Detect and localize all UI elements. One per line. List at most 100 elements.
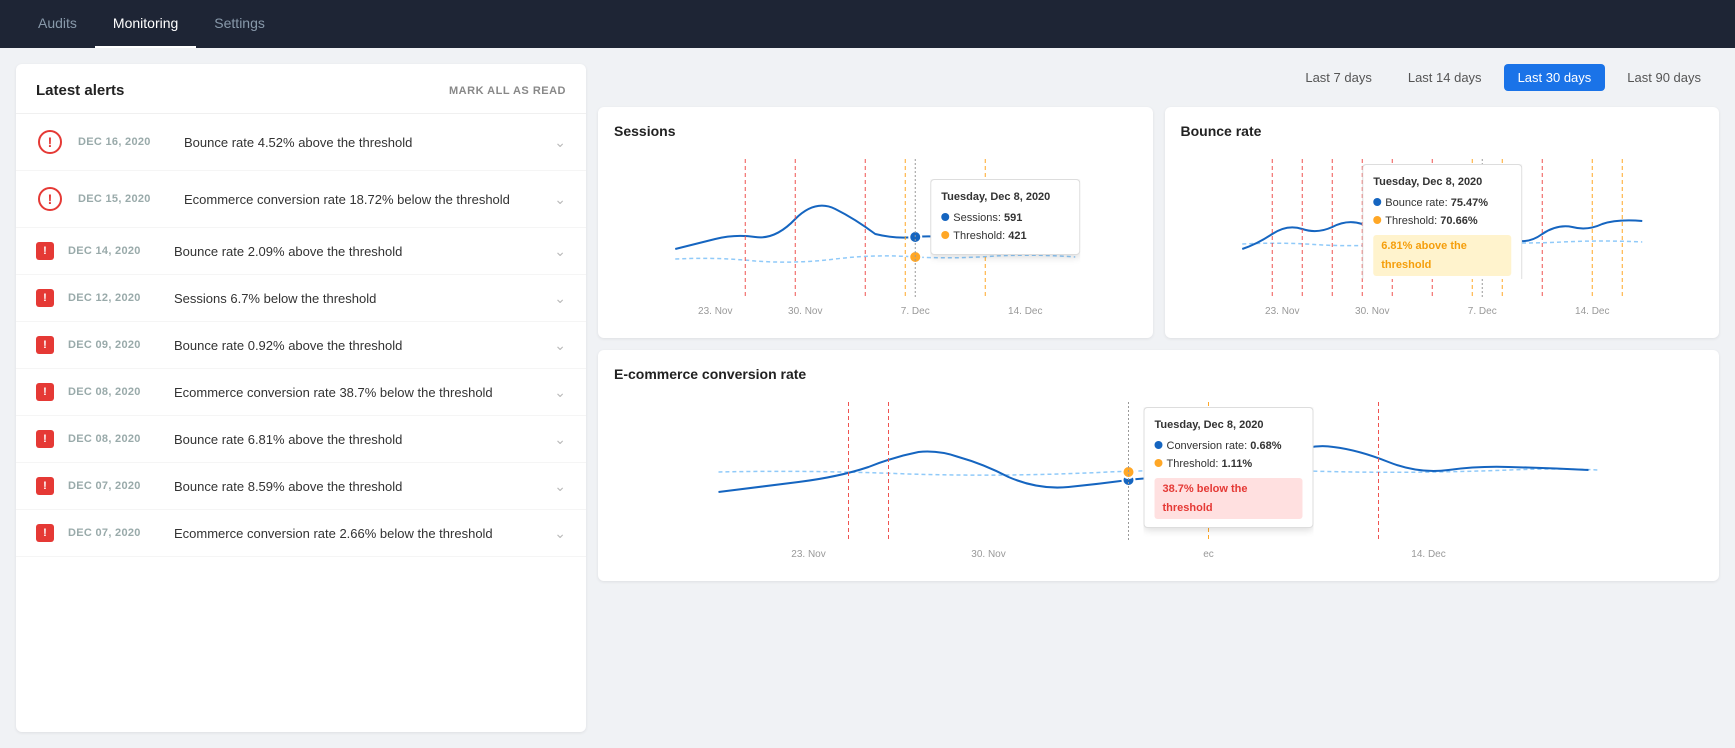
time-btn-7[interactable]: Last 7 days <box>1291 64 1386 91</box>
alert-item[interactable]: ! DEC 07, 2020 Ecommerce conversion rate… <box>16 510 586 557</box>
alert-icon-warning: ! <box>36 477 54 495</box>
alert-item[interactable]: ! DEC 14, 2020 Bounce rate 2.09% above t… <box>16 228 586 275</box>
ecommerce-tooltip: Tuesday, Dec 8, 2020 Conversion rate: 0.… <box>1144 407 1314 528</box>
alert-chevron-icon[interactable]: ⌄ <box>554 384 566 401</box>
alert-date: DEC 15, 2020 <box>78 193 168 205</box>
sessions-threshold-value: 421 <box>1008 230 1026 242</box>
alert-text: Ecommerce conversion rate 38.7% below th… <box>174 385 544 400</box>
ecommerce-chart-svg: 23. Nov 30. Nov ec 14. Dec Tuesday, Dec … <box>614 392 1703 562</box>
alerts-panel: Latest alerts MARK ALL AS READ ! DEC 16,… <box>16 64 586 732</box>
alert-text: Ecommerce conversion rate 2.66% below th… <box>174 526 544 541</box>
svg-text:30. Nov: 30. Nov <box>971 549 1005 560</box>
alert-chevron-icon[interactable]: ⌄ <box>554 337 566 354</box>
nav-tab-audits[interactable]: Audits <box>20 0 95 48</box>
svg-text:14. Dec: 14. Dec <box>1008 306 1042 317</box>
ecommerce-tooltip-date: Tuesday, Dec 8, 2020 <box>1155 416 1303 435</box>
alert-list: ! DEC 16, 2020 Bounce rate 4.52% above t… <box>16 114 586 557</box>
ecommerce-chart-card: E-commerce conversion rate <box>598 350 1719 581</box>
main-content: Latest alerts MARK ALL AS READ ! DEC 16,… <box>0 48 1735 748</box>
alert-icon-critical: ! <box>36 185 64 213</box>
sessions-metric-value: 591 <box>1004 212 1022 224</box>
time-btn-14[interactable]: Last 14 days <box>1394 64 1496 91</box>
svg-text:!: ! <box>48 191 53 207</box>
alert-chevron-icon[interactable]: ⌄ <box>554 134 566 151</box>
alert-date: DEC 16, 2020 <box>78 136 168 148</box>
alert-text: Bounce rate 6.81% above the threshold <box>174 432 544 447</box>
alert-item[interactable]: ! DEC 07, 2020 Bounce rate 8.59% above t… <box>16 463 586 510</box>
svg-text:!: ! <box>48 134 53 150</box>
sessions-tooltip: Tuesday, Dec 8, 2020 Sessions: 591 Thres… <box>930 179 1080 255</box>
alert-icon-warning: ! <box>36 289 54 307</box>
alert-chevron-icon[interactable]: ⌄ <box>554 243 566 260</box>
ecommerce-metric-value: 0.68% <box>1250 440 1281 452</box>
alert-text: Bounce rate 4.52% above the threshold <box>184 135 544 150</box>
alert-chevron-icon[interactable]: ⌄ <box>554 431 566 448</box>
alert-icon-warning: ! <box>36 524 54 542</box>
sessions-threshold-label: Threshold <box>953 230 1002 242</box>
alert-icon-warning: ! <box>36 430 54 448</box>
alert-item[interactable]: ! DEC 12, 2020 Sessions 6.7% below the t… <box>16 275 586 322</box>
bounce-rate-above-badge: 6.81% above the threshold <box>1373 235 1511 276</box>
alert-icon-warning: ! <box>36 383 54 401</box>
alert-item[interactable]: ! DEC 16, 2020 Bounce rate 4.52% above t… <box>16 114 586 171</box>
ecommerce-threshold-label: Threshold <box>1167 458 1216 470</box>
alert-text: Sessions 6.7% below the threshold <box>174 291 544 306</box>
alert-item[interactable]: ! DEC 08, 2020 Ecommerce conversion rate… <box>16 369 586 416</box>
charts-area: Last 7 days Last 14 days Last 30 days La… <box>598 64 1719 732</box>
alert-chevron-icon[interactable]: ⌄ <box>554 290 566 307</box>
alerts-header: Latest alerts MARK ALL AS READ <box>16 64 586 114</box>
sessions-chart-card: Sessions <box>598 107 1153 338</box>
charts-top-row: Sessions <box>598 107 1719 338</box>
sessions-chart-svg: 23. Nov 30. Nov 7. Dec 14. Dec Tuesday, … <box>614 149 1137 319</box>
nav-tab-monitoring[interactable]: Monitoring <box>95 0 196 48</box>
svg-text:14. Dec: 14. Dec <box>1411 549 1445 560</box>
time-btn-90[interactable]: Last 90 days <box>1613 64 1715 91</box>
alert-chevron-icon[interactable]: ⌄ <box>554 191 566 208</box>
sessions-tooltip-date: Tuesday, Dec 8, 2020 <box>941 188 1069 207</box>
alerts-title: Latest alerts <box>36 82 124 99</box>
alert-date: DEC 07, 2020 <box>68 527 158 539</box>
svg-text:30. Nov: 30. Nov <box>788 306 822 317</box>
svg-text:14. Dec: 14. Dec <box>1575 306 1609 317</box>
alert-text: Bounce rate 8.59% above the threshold <box>174 479 544 494</box>
svg-text:7. Dec: 7. Dec <box>901 306 930 317</box>
alert-date: DEC 08, 2020 <box>68 433 158 445</box>
navigation: Audits Monitoring Settings <box>0 0 1735 48</box>
sessions-metric-label: Sessions <box>953 212 998 224</box>
alert-item[interactable]: ! DEC 09, 2020 Bounce rate 0.92% above t… <box>16 322 586 369</box>
alert-icon-warning: ! <box>36 242 54 260</box>
svg-text:23. Nov: 23. Nov <box>791 549 825 560</box>
svg-text:ec: ec <box>1203 549 1214 560</box>
nav-tab-settings[interactable]: Settings <box>196 0 283 48</box>
ecommerce-chart-title: E-commerce conversion rate <box>614 366 1703 382</box>
bounce-rate-chart-wrap: 23. Nov 30. Nov 7. Dec 14. Dec Tuesday, … <box>1181 149 1704 322</box>
bounce-rate-threshold-value: 70.66% <box>1440 215 1477 227</box>
ecommerce-chart-wrap: 23. Nov 30. Nov ec 14. Dec Tuesday, Dec … <box>614 392 1703 565</box>
alert-text: Bounce rate 2.09% above the threshold <box>174 244 544 259</box>
time-filter-bar: Last 7 days Last 14 days Last 30 days La… <box>598 64 1719 95</box>
alert-icon-critical: ! <box>36 128 64 156</box>
ecommerce-threshold-value: 1.11% <box>1222 458 1253 470</box>
mark-all-read-button[interactable]: MARK ALL AS READ <box>449 85 566 97</box>
alert-text: Ecommerce conversion rate 18.72% below t… <box>184 192 544 207</box>
svg-text:23. Nov: 23. Nov <box>1265 306 1299 317</box>
alert-item[interactable]: ! DEC 15, 2020 Ecommerce conversion rate… <box>16 171 586 228</box>
alert-item[interactable]: ! DEC 08, 2020 Bounce rate 6.81% above t… <box>16 416 586 463</box>
bounce-rate-chart-title: Bounce rate <box>1181 123 1704 139</box>
alert-date: DEC 07, 2020 <box>68 480 158 492</box>
alert-date: DEC 08, 2020 <box>68 386 158 398</box>
alert-date: DEC 14, 2020 <box>68 245 158 257</box>
ecommerce-metric-label: Conversion rate <box>1167 440 1245 452</box>
svg-text:7. Dec: 7. Dec <box>1467 306 1496 317</box>
alert-text: Bounce rate 0.92% above the threshold <box>174 338 544 353</box>
svg-text:23. Nov: 23. Nov <box>698 306 732 317</box>
time-btn-30[interactable]: Last 30 days <box>1504 64 1606 91</box>
bounce-rate-tooltip: Tuesday, Dec 8, 2020 Bounce rate: 75.47%… <box>1362 164 1522 279</box>
bounce-rate-threshold-label: Threshold <box>1385 215 1434 227</box>
alert-date: DEC 12, 2020 <box>68 292 158 304</box>
alert-chevron-icon[interactable]: ⌄ <box>554 525 566 542</box>
bounce-rate-chart-svg: 23. Nov 30. Nov 7. Dec 14. Dec Tuesday, … <box>1181 149 1704 319</box>
sessions-chart-wrap: 23. Nov 30. Nov 7. Dec 14. Dec Tuesday, … <box>614 149 1137 322</box>
alert-chevron-icon[interactable]: ⌄ <box>554 478 566 495</box>
sessions-chart-title: Sessions <box>614 123 1137 139</box>
